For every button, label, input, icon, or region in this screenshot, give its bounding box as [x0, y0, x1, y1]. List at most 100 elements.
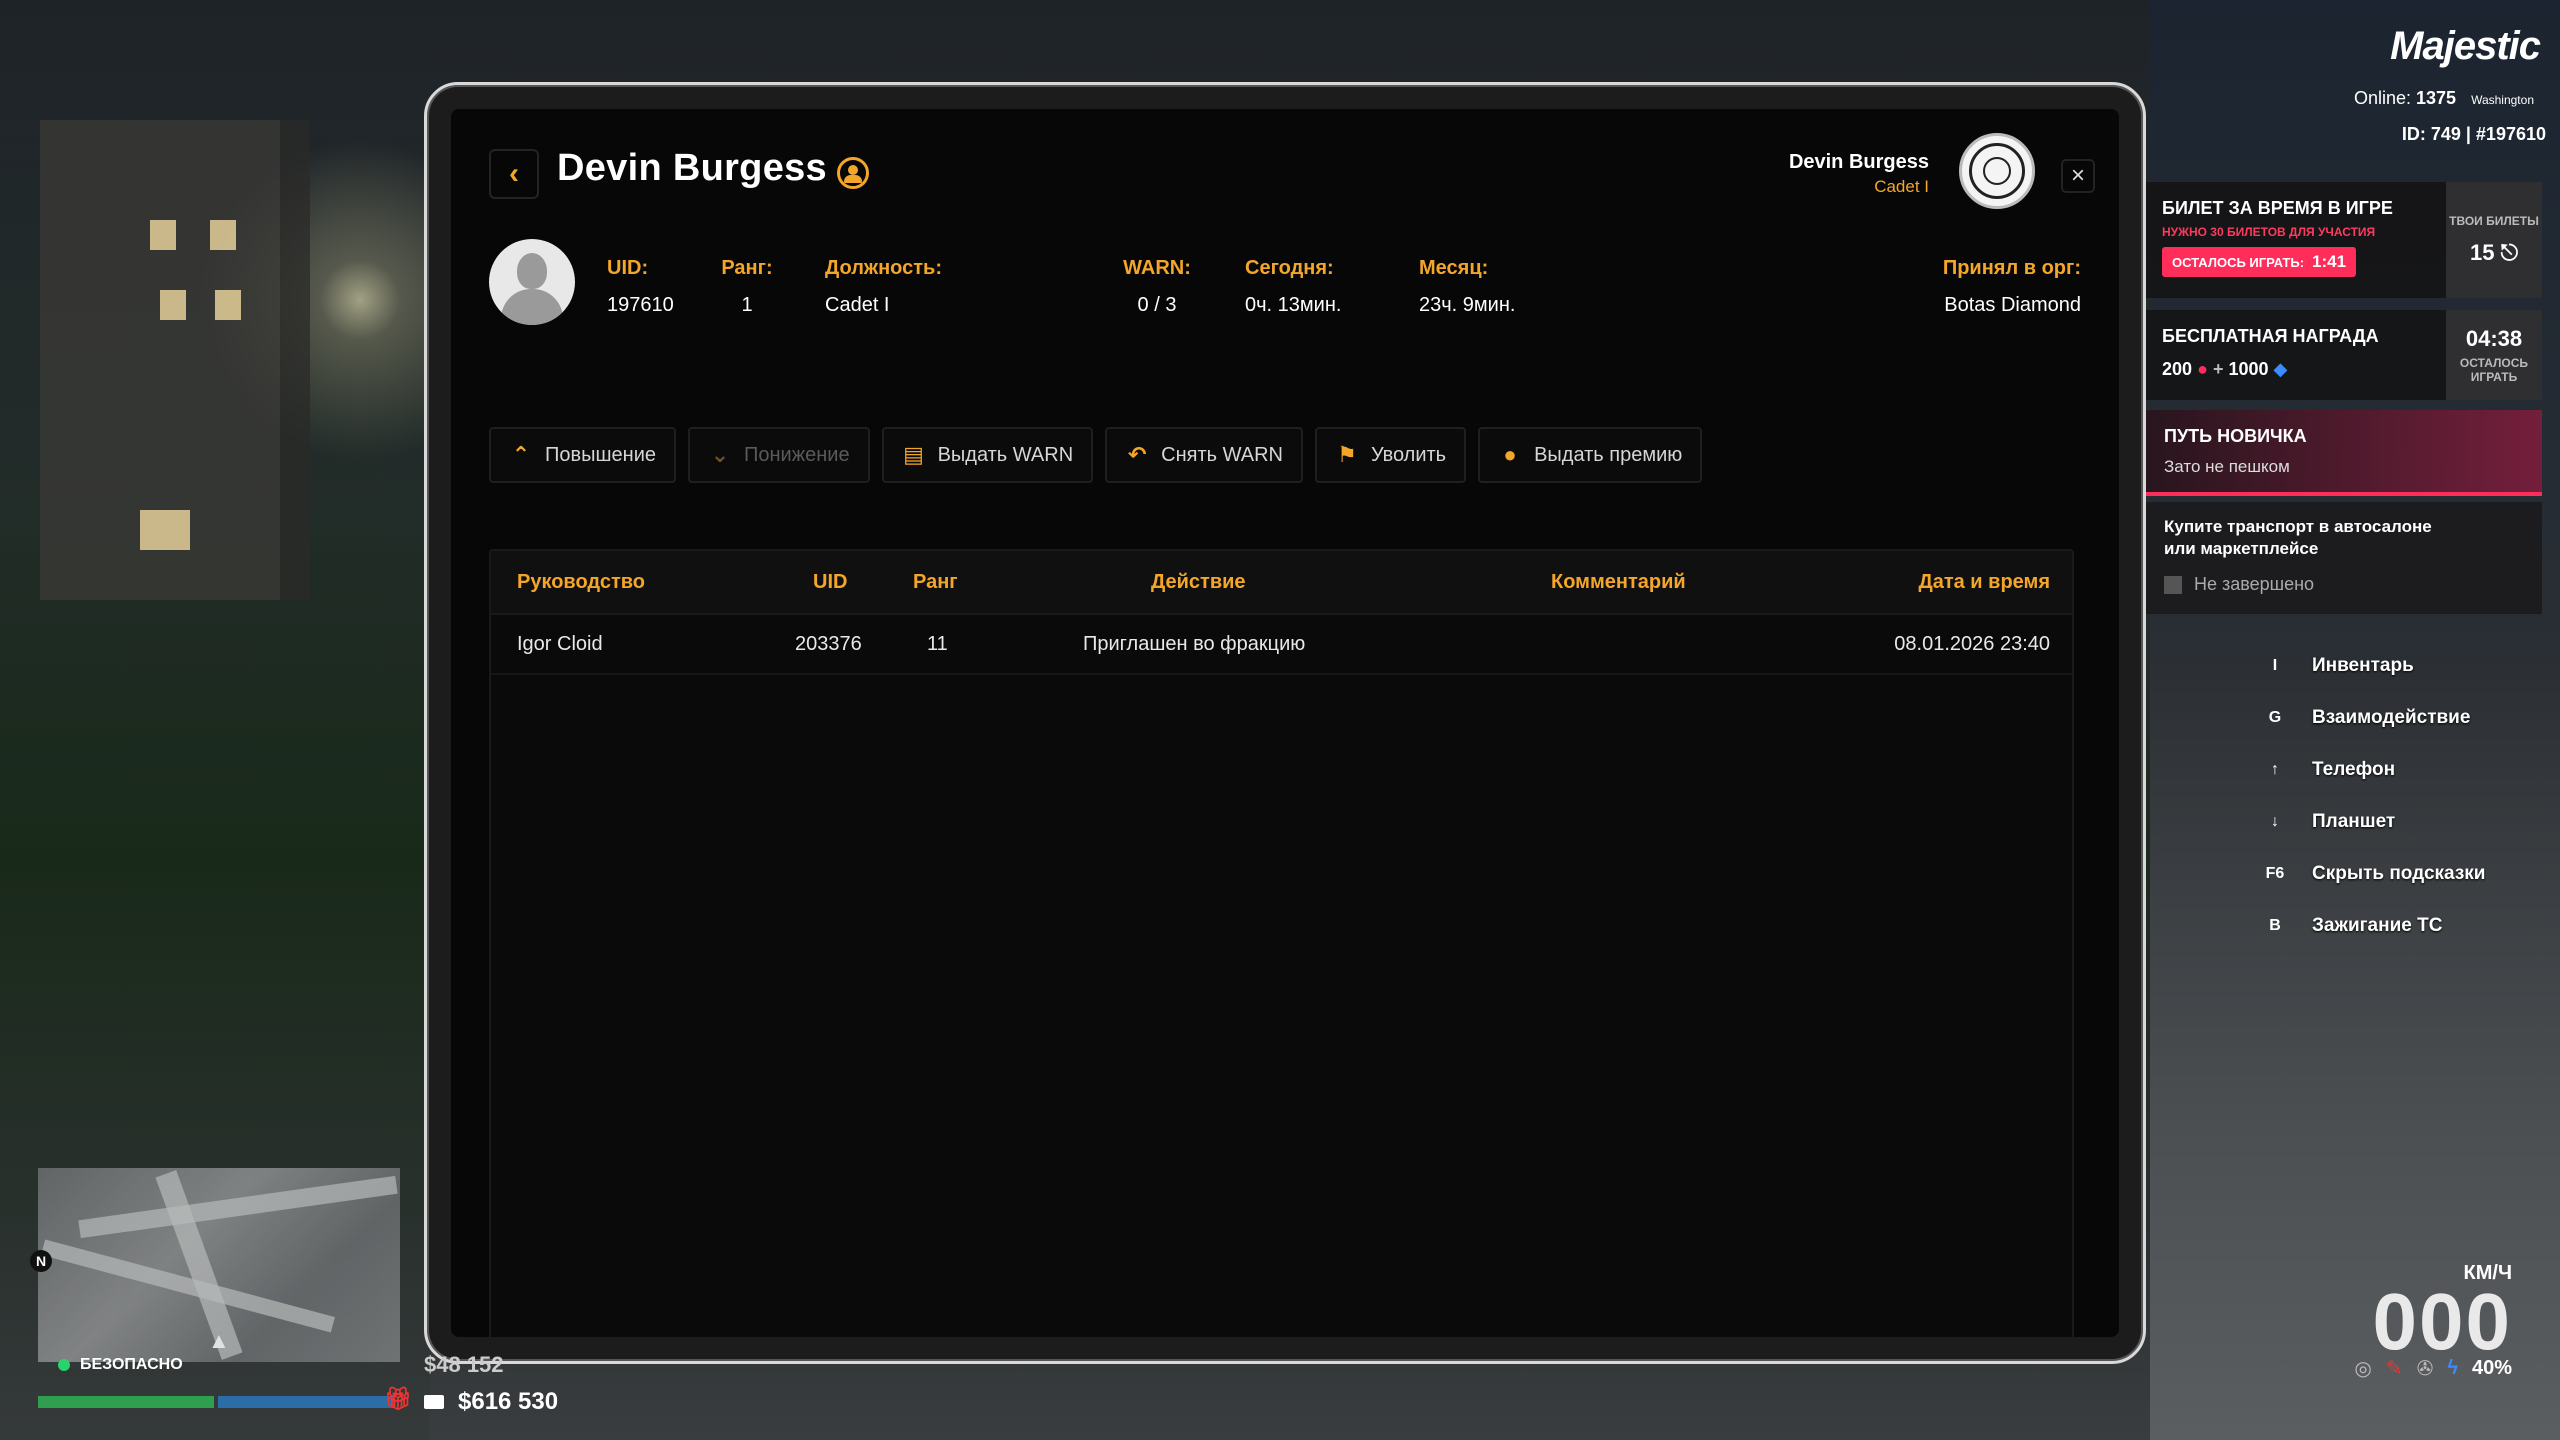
warn-doc-icon: ▤	[903, 442, 924, 467]
member-profile-screen: ‹ Devin Burgess Devin Burgess Cadet I × …	[451, 109, 2119, 1337]
give-bonus-button[interactable]: ● Выдать премию	[1478, 427, 1703, 483]
armor-bar	[218, 1396, 394, 1408]
player-id: ID: 749 | #197610	[2401, 124, 2546, 144]
info-uid: UID: 197610	[607, 257, 674, 317]
position-value: Cadet I	[825, 294, 890, 316]
status-bars	[38, 1396, 394, 1408]
chevron-left-icon: ‹	[509, 157, 519, 190]
hint-item: B Зажигание ТС	[2262, 900, 2485, 952]
bank-amount: $616 530	[458, 1388, 559, 1415]
column-header: Руководство	[517, 571, 646, 593]
column-header: Комментарий	[1551, 571, 1686, 593]
today-value: 0ч. 13мин.	[1245, 294, 1342, 316]
ticket-counter: ТВОИ БИЛЕТЫ 15 ⎋	[2446, 182, 2542, 298]
online-label: Online:	[2353, 88, 2411, 108]
reward-card[interactable]: БЕСПЛАТНАЯ НАГРАДА 200 ● + 1000 ◆ 04:38 …	[2146, 310, 2542, 400]
seatbelt-icon: ◎	[2354, 1358, 2372, 1380]
server-name: Washington	[2471, 93, 2534, 107]
vehicle-status: ◎ ✎ ✇ ϟ 40%	[2354, 1356, 2512, 1381]
hint-key: F6	[2265, 865, 2285, 882]
hint-key: B	[2269, 917, 2281, 934]
current-user-name: Devin Burgess	[1788, 151, 1929, 173]
cell-manager: Igor Cloid	[517, 633, 603, 655]
month-label: Месяц:	[1419, 257, 1489, 279]
close-icon: ×	[2070, 162, 2085, 189]
cell-rank: 11	[927, 633, 948, 655]
page-title: Devin Burgess	[557, 147, 827, 189]
remove-warn-button[interactable]: ↶ Снять WARN	[1105, 427, 1303, 483]
column-header: Действие	[1151, 571, 1246, 593]
ticket-icon: ⎋	[2500, 240, 2518, 265]
ticket-counter-label: ТВОИ БИЛЕТЫ	[2449, 214, 2539, 228]
tablet-frame: ‹ Devin Burgess Devin Burgess Cadet I × …	[424, 82, 2146, 1364]
close-button[interactable]: ×	[2061, 159, 2095, 193]
reward-amount-drops: 1000	[2228, 359, 2269, 379]
coin-icon: ●	[2197, 359, 2208, 379]
promote-label: Повышение	[545, 443, 657, 466]
key-hints: I Инвентарь G Взаимодействие ↑ Телефон ↓ Пла…	[2262, 640, 2486, 952]
warn-value: 0 / 3	[1137, 294, 1177, 316]
promote-button[interactable]: ⌃ Повышение	[489, 427, 677, 483]
uid-value: 197610	[607, 294, 674, 316]
column-header: UID	[813, 571, 848, 593]
month-value: 23ч. 9мин.	[1419, 294, 1516, 316]
current-user-rank: Cadet I	[1874, 177, 1929, 196]
reward-amount-coins: 200	[2162, 359, 2193, 379]
zone-status: БЕЗОПАСНО	[58, 1356, 183, 1374]
card-icon	[424, 1395, 444, 1409]
reward-time: 04:38	[2465, 326, 2523, 351]
coin-icon: ●	[1503, 442, 1517, 467]
background-window	[215, 290, 241, 320]
ticket-badge-time: 1:41	[2312, 252, 2347, 271]
rank-value: 1	[741, 294, 753, 316]
fire-button[interactable]: ⚑ Уволить	[1314, 427, 1467, 483]
hint-key: ↓	[2271, 813, 2279, 830]
zone-label: БЕЗОПАСНО	[80, 1356, 183, 1373]
cell-action: Приглашен во фракцию	[1083, 633, 1306, 655]
chevron-down-icon: ⌄	[710, 442, 730, 467]
issue-warn-label: Выдать WARN	[937, 443, 1074, 466]
table-row[interactable]: Igor Cloid 203376 11 Приглашен во фракци…	[491, 615, 2072, 675]
demote-button: ⌄ Понижение	[688, 427, 870, 483]
remove-warn-label: Снять WARN	[1161, 443, 1283, 466]
player-arrow-icon: ▲	[208, 1328, 230, 1353]
newbie-path-card[interactable]: ПУТЬ НОВИЧКА Зато не пешком	[2146, 410, 2542, 496]
ticket-card[interactable]: БИЛЕТ ЗА ВРЕМЯ В ИГРЕ НУЖНО 30 БИЛЕТОВ Д…	[2146, 182, 2542, 298]
action-toolbar: ⌃ Повышение ⌄ Понижение ▤ Выдать WARN ↶ …	[489, 427, 1703, 483]
bank-balance: $616 530	[424, 1388, 558, 1416]
health-bar	[38, 1396, 214, 1408]
cash-amount: $48 152	[424, 1352, 504, 1377]
cell-uid: 203376	[795, 633, 862, 655]
shield-icon	[58, 1359, 70, 1371]
reward-plus: +	[2212, 359, 2224, 379]
background-window	[160, 290, 186, 320]
reward-time-label: ОСТАЛОСЬ ИГРАТЬ	[2459, 356, 2529, 384]
fuel-icon: ϟ	[2447, 1357, 2458, 1379]
hint-item: F6 Скрыть подсказки	[2262, 848, 2486, 900]
cell-datetime: 08.01.2026 23:40	[1894, 633, 2050, 655]
drop-icon: ◆	[2273, 359, 2288, 379]
ticket-badge-label: ОСТАЛОСЬ ИГРАТЬ:	[2172, 255, 2305, 270]
hint-key: G	[2268, 709, 2282, 726]
hint-label: Скрыть подсказки	[2312, 863, 2486, 884]
fire-icon: ⚑	[1337, 442, 1357, 467]
hint-key: I	[2272, 657, 2278, 674]
background-window	[210, 220, 236, 250]
background-window	[140, 510, 190, 550]
hint-key: ↑	[2271, 761, 2279, 778]
info-warn: WARN: 0 / 3	[1115, 257, 1199, 317]
member-user-icon[interactable]	[837, 157, 869, 189]
demote-label: Понижение	[744, 443, 850, 466]
uid-label: UID:	[607, 257, 649, 279]
engine-icon: ✎	[2385, 1358, 2403, 1380]
issue-warn-button[interactable]: ▤ Выдать WARN	[881, 427, 1094, 483]
background-window	[150, 220, 176, 250]
fire-label: Уволить	[1370, 443, 1447, 466]
task-status-label: Не завершено	[2194, 574, 2315, 594]
newbie-task: Купите транспорт в автосалоне или маркет…	[2146, 502, 2542, 614]
fuel-level: 40%	[2471, 1357, 2512, 1379]
column-header: Дата и время	[1918, 571, 2050, 593]
accepted-value: Botas Diamond	[1944, 294, 2081, 316]
back-button[interactable]: ‹	[489, 149, 539, 199]
online-counter: Online: 1375 Washington	[2354, 88, 2534, 109]
